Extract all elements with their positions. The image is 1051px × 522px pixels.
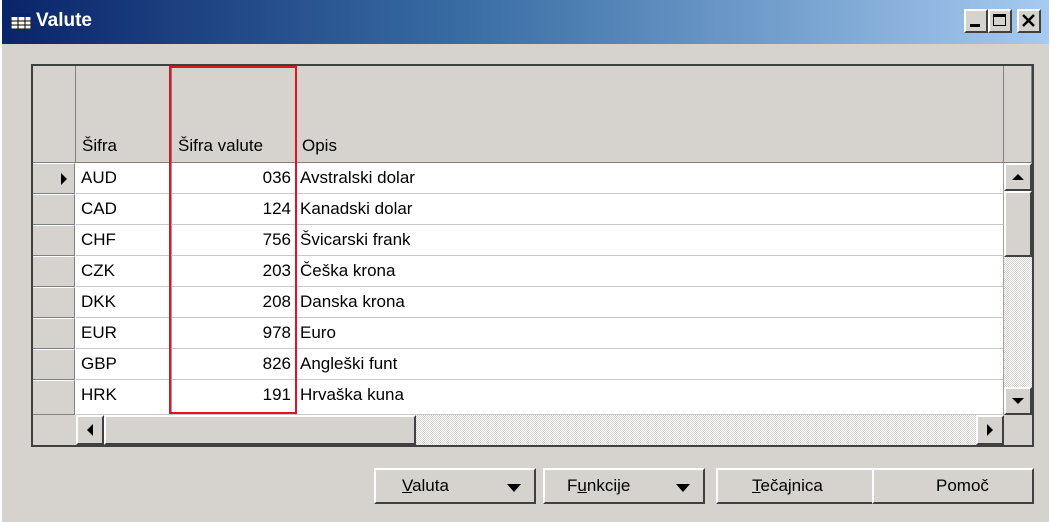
cell-code[interactable]: CZK bbox=[76, 256, 172, 287]
close-icon bbox=[1022, 14, 1035, 27]
close-button[interactable] bbox=[1017, 9, 1041, 33]
cell-currency-code[interactable]: 826 bbox=[172, 349, 296, 380]
cell-code[interactable]: CHF bbox=[76, 225, 172, 256]
tecajnica-button[interactable]: Tečajnica bbox=[716, 468, 878, 504]
cell-description[interactable]: Hrvaška kuna bbox=[296, 380, 1004, 415]
cell-description[interactable]: Kanadski dolar bbox=[296, 194, 1004, 225]
cell-currency-code[interactable]: 191 bbox=[172, 380, 296, 415]
vertical-scrollbar[interactable] bbox=[1004, 163, 1032, 415]
cell-currency-code[interactable]: 124 bbox=[172, 194, 296, 225]
arrow-up-icon bbox=[1012, 174, 1024, 180]
row-selector[interactable] bbox=[33, 225, 75, 256]
cell-description[interactable]: Danska krona bbox=[296, 287, 1004, 318]
arrow-right-icon bbox=[987, 424, 993, 436]
scroll-left-button[interactable] bbox=[76, 415, 104, 445]
arrow-left-icon bbox=[87, 424, 93, 436]
cell-code[interactable]: CAD bbox=[76, 194, 172, 225]
maximize-button[interactable] bbox=[988, 9, 1012, 33]
current-row-arrow-icon bbox=[61, 173, 67, 185]
title-bar[interactable]: Valute bbox=[2, 0, 1049, 44]
scroll-corner-left bbox=[33, 415, 76, 445]
cell-currency-code[interactable]: 208 bbox=[172, 287, 296, 318]
cell-description[interactable]: Angleški funt bbox=[296, 349, 1004, 380]
column-header-sifra[interactable]: Šifra bbox=[76, 66, 172, 163]
maximize-icon bbox=[993, 14, 1006, 26]
row-selector[interactable] bbox=[33, 194, 75, 225]
cell-description[interactable]: Češka krona bbox=[296, 256, 1004, 287]
cell-currency-code[interactable]: 203 bbox=[172, 256, 296, 287]
column-header-sifra-valute[interactable]: Šifra valute bbox=[172, 66, 296, 163]
cell-description[interactable]: Avstralski dolar bbox=[296, 163, 1004, 194]
valute-window: Valute Šifra Šifra valute Opis AUD 036 A… bbox=[2, 0, 1049, 522]
scroll-corner-right bbox=[1004, 415, 1032, 445]
funkcije-button[interactable]: Funkcije bbox=[543, 468, 705, 504]
cell-currency-code[interactable]: 978 bbox=[172, 318, 296, 349]
row-selector[interactable] bbox=[33, 318, 75, 349]
scroll-down-button[interactable] bbox=[1004, 387, 1032, 415]
dropdown-arrow-icon bbox=[507, 484, 521, 492]
cell-code[interactable]: EUR bbox=[76, 318, 172, 349]
minimize-button[interactable] bbox=[964, 9, 988, 33]
dropdown-arrow-icon bbox=[676, 484, 690, 492]
cell-currency-code[interactable]: 036 bbox=[172, 163, 296, 194]
valuta-button[interactable]: Valuta bbox=[374, 468, 536, 504]
column-header-opis[interactable]: Opis bbox=[296, 66, 1004, 163]
column-header-label: Šifra valute bbox=[178, 136, 264, 155]
horizontal-scroll-thumb[interactable] bbox=[104, 415, 416, 445]
minimize-icon bbox=[970, 24, 980, 27]
currency-table: Šifra Šifra valute Opis AUD 036 Avstrals… bbox=[31, 64, 1034, 447]
row-selector[interactable] bbox=[33, 349, 75, 380]
vertical-scroll-thumb[interactable] bbox=[1004, 191, 1032, 257]
row-selector-header bbox=[33, 66, 76, 163]
scroll-right-button[interactable] bbox=[976, 415, 1004, 445]
column-header-label: Opis bbox=[302, 136, 337, 155]
row-selector[interactable] bbox=[33, 380, 75, 415]
row-selector[interactable] bbox=[33, 163, 75, 194]
cell-currency-code[interactable]: 756 bbox=[172, 225, 296, 256]
tecajnica-button-label: Tečajnica bbox=[752, 476, 823, 495]
pomoc-button-label: Pomoč bbox=[936, 476, 989, 495]
funkcije-button-label: Funkcije bbox=[567, 476, 631, 495]
column-header-label: Šifra bbox=[82, 136, 117, 155]
cell-code[interactable]: AUD bbox=[76, 163, 172, 194]
valuta-button-label: Valuta bbox=[402, 476, 449, 495]
scroll-up-button[interactable] bbox=[1004, 163, 1032, 191]
row-selector[interactable] bbox=[33, 287, 75, 318]
horizontal-scrollbar[interactable] bbox=[76, 415, 1004, 445]
header-corner bbox=[1004, 66, 1032, 163]
cell-code[interactable]: GBP bbox=[76, 349, 172, 380]
cell-description[interactable]: Euro bbox=[296, 318, 1004, 349]
cell-code[interactable]: DKK bbox=[76, 287, 172, 318]
row-selector[interactable] bbox=[33, 256, 75, 287]
window-title: Valute bbox=[36, 10, 92, 31]
cell-code[interactable]: HRK bbox=[76, 380, 172, 415]
cell-description[interactable]: Švicarski frank bbox=[296, 225, 1004, 256]
pomoc-button[interactable]: Pomoč bbox=[872, 468, 1034, 504]
table-icon bbox=[11, 13, 31, 29]
arrow-down-icon bbox=[1012, 398, 1024, 404]
